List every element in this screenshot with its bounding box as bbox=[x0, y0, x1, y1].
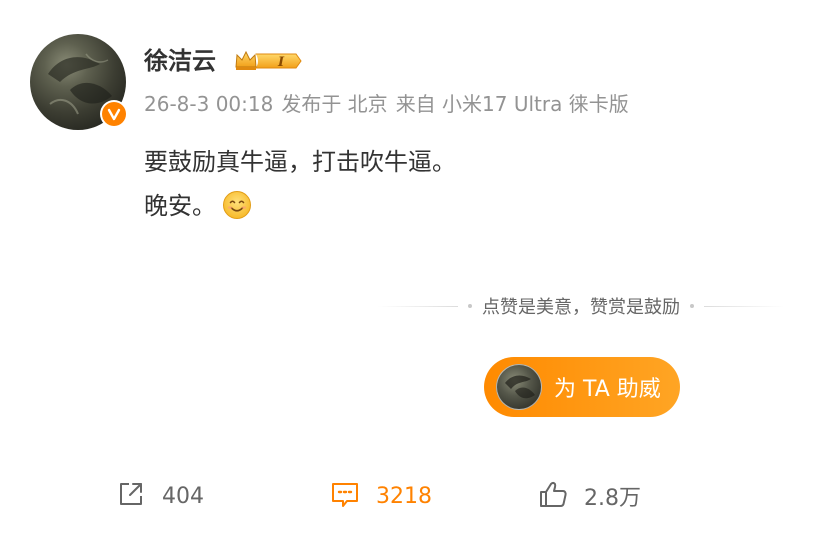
verified-v-icon bbox=[102, 102, 126, 126]
crown-level-badge-icon[interactable]: I bbox=[232, 47, 302, 79]
divider-dot-right bbox=[690, 304, 694, 308]
post-content: 要鼓励真牛逼，打击吹牛逼。 晚安。 bbox=[144, 140, 456, 234]
reward-divider: 点赞是美意，赞赏是鼓励 bbox=[378, 292, 784, 320]
reward-prompt-text: 点赞是美意，赞赏是鼓励 bbox=[482, 297, 680, 318]
repost-button[interactable]: 404 bbox=[116, 476, 204, 516]
divider-line-left bbox=[378, 305, 458, 307]
level-badge-text: I bbox=[277, 55, 285, 70]
post-line-2-text: 晚安。 bbox=[144, 192, 216, 220]
repost-count: 404 bbox=[162, 483, 204, 509]
comment-icon bbox=[330, 479, 360, 513]
weibo-post: 徐洁云 I 26-8-3 00:18 发布于 北京 来自 小米17 Ultra 徕卡… bbox=[0, 0, 823, 540]
cheer-button-label: 为 TA 助威 bbox=[554, 377, 661, 402]
comment-count: 3218 bbox=[376, 483, 432, 509]
divider-dot-left bbox=[468, 304, 472, 308]
cheer-avatar bbox=[496, 364, 542, 410]
post-device: 来自 小米17 Ultra 徕卡版 bbox=[395, 92, 629, 116]
post-actions-bar: 404 3218 2.8万 bbox=[0, 476, 823, 516]
post-line-2: 晚安。 bbox=[144, 184, 456, 234]
like-thumb-icon bbox=[538, 479, 568, 513]
like-count: 2.8万 bbox=[584, 486, 641, 511]
like-button[interactable]: 2.8万 bbox=[538, 476, 641, 516]
verified-badge bbox=[100, 100, 128, 128]
post-line-1: 要鼓励真牛逼，打击吹牛逼。 bbox=[144, 148, 456, 176]
smile-emoji-icon bbox=[222, 190, 252, 234]
post-time[interactable]: 26-8-3 00:18 bbox=[144, 92, 273, 116]
comment-button[interactable]: 3218 bbox=[330, 476, 432, 516]
post-meta: 26-8-3 00:18 发布于 北京 来自 小米17 Ultra 徕卡版 bbox=[144, 88, 637, 120]
post-location: 发布于 北京 bbox=[281, 92, 388, 116]
repost-icon bbox=[116, 479, 146, 513]
cheer-button[interactable]: 为 TA 助威 bbox=[484, 357, 680, 417]
user-avatar-container[interactable] bbox=[30, 34, 128, 130]
divider-line-right bbox=[704, 305, 784, 307]
username[interactable]: 徐洁云 bbox=[144, 44, 216, 78]
